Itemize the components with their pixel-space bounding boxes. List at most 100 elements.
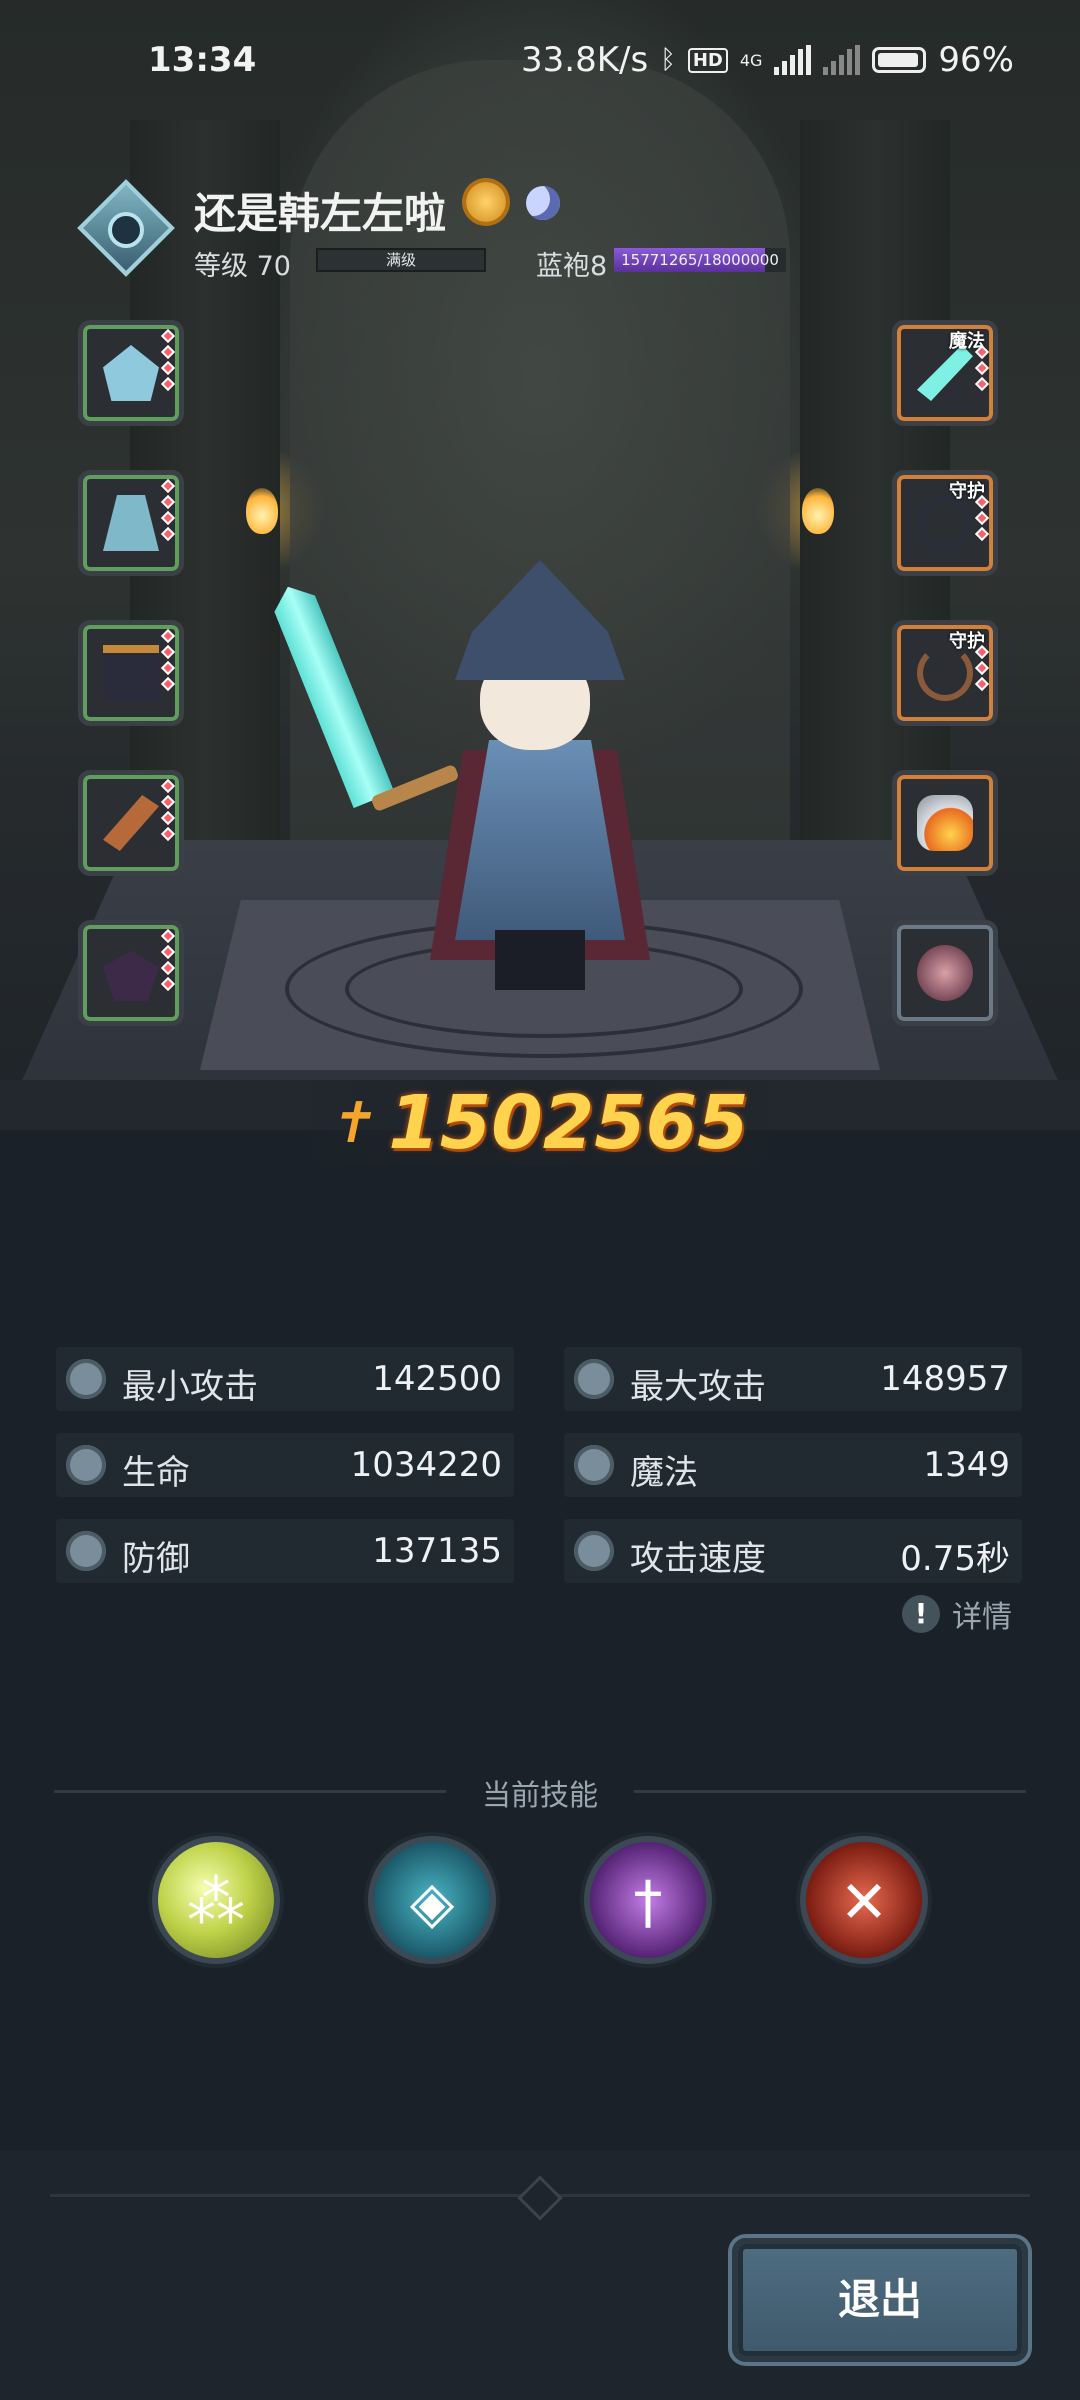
equip-slot-necklace[interactable]: 守护 [892, 620, 998, 726]
gem-icon [160, 510, 176, 526]
details-label: 详情 [952, 1600, 1012, 1635]
stat-hp: 生命 1034220 [56, 1433, 514, 1497]
stat-value: 148957 [880, 1359, 1010, 1399]
character-legs [495, 930, 585, 990]
equip-slot-ring[interactable]: 守护 [892, 470, 998, 576]
equip-slot-boots[interactable] [78, 620, 184, 726]
moon-title-icon[interactable] [526, 186, 560, 220]
gem-icon [160, 676, 176, 692]
heart-icon [66, 1445, 106, 1485]
necklace-icon [917, 645, 973, 701]
boots-icon [103, 645, 159, 701]
stat-label: 攻击速度 [630, 1539, 766, 1579]
skills-title: 当前技能 [481, 1778, 598, 1812]
torch-right-icon [802, 488, 834, 534]
gem-icon [974, 360, 990, 376]
gem-icon [160, 810, 176, 826]
gem-icon [160, 628, 176, 644]
gem-icon [160, 376, 176, 392]
gem-icon [160, 778, 176, 794]
equip-slot-helmet[interactable] [78, 320, 184, 426]
gem-icon [160, 478, 176, 494]
stat-value: 142500 [372, 1359, 502, 1399]
network-speed: 33.8K/s [521, 40, 649, 80]
combat-power-panel: ✝ 1502565 [271, 1080, 809, 1166]
stat-value: 0.75秒 [900, 1539, 1010, 1579]
exp-text: 15771265/18000000 [621, 251, 779, 269]
gem-icon [974, 676, 990, 692]
equip-slot-gloves[interactable] [78, 770, 184, 876]
stat-min-attack: 最小攻击 142500 [56, 1347, 514, 1411]
purple-dagger-icon: † [633, 1868, 663, 1936]
gem-icon [160, 976, 176, 992]
bluetooth-icon: ᛒ [660, 45, 676, 75]
gem-icon [160, 494, 176, 510]
shield-icon [66, 1531, 106, 1571]
signal-2-icon [823, 45, 861, 75]
gem-icon [160, 360, 176, 376]
stat-attack-speed: 攻击速度 0.75秒 [564, 1519, 1022, 1583]
ring-icon [917, 495, 973, 551]
player-name: 还是韩左左啦 [194, 189, 447, 238]
stat-label: 生命 [122, 1453, 190, 1493]
spores-icon: ⁂ [187, 1868, 245, 1936]
level-label: 等级 70 [194, 251, 291, 282]
shoulder-icon [103, 950, 159, 1001]
hd-badge: HD [687, 47, 728, 73]
gem-icon [160, 826, 176, 842]
gem-icon [160, 944, 176, 960]
skill-crossed-axes[interactable]: ✕ [800, 1836, 928, 1964]
character-figure [330, 560, 690, 1000]
stat-label: 最小攻击 [122, 1367, 258, 1407]
combat-power: ✝ 1502565 [0, 1080, 1080, 1166]
sun-title-icon[interactable] [466, 182, 506, 222]
torch-left-icon [246, 488, 278, 534]
stat-max-attack: 最大攻击 148957 [564, 1347, 1022, 1411]
armor-icon [103, 495, 159, 551]
stat-value: 137135 [372, 1531, 502, 1571]
details-link[interactable]: ! 详情 [902, 1592, 1012, 1636]
gem-icon [160, 660, 176, 676]
character-hat [455, 560, 625, 680]
skill-purple-dagger[interactable]: † [584, 1836, 712, 1964]
equip-slot-armor[interactable] [78, 470, 184, 576]
gem-icon [160, 794, 176, 810]
helmet-icon [103, 345, 159, 401]
gem-icon [160, 960, 176, 976]
flame-artifact-icon [917, 795, 973, 851]
gem-icon [974, 376, 990, 392]
skill-spores[interactable]: ⁂ [152, 1836, 280, 1964]
stat-label: 最大攻击 [630, 1367, 766, 1407]
equip-slot-artifact[interactable] [892, 770, 998, 876]
stat-defense: 防御 137135 [56, 1519, 514, 1583]
equip-slot-pet[interactable] [892, 920, 998, 1026]
sword-stat-icon [574, 1359, 614, 1399]
exp-bar: 15771265/18000000 [614, 248, 786, 272]
gem-icon [974, 660, 990, 676]
sword-stat-icon [66, 1359, 106, 1399]
battery-percent: 96% [938, 40, 1014, 80]
skill-water-shield[interactable]: ◈ [368, 1836, 496, 1964]
pet-icon [917, 945, 973, 1001]
power-icon: ✝ [324, 1090, 386, 1156]
gem-icon [160, 644, 176, 660]
status-bar: 13:34 33.8K/s ᛒ HD 4G 96% [0, 0, 1080, 120]
battery-icon [872, 47, 927, 73]
equip-slot-weapon[interactable]: 魔法 [892, 320, 998, 426]
divider-diamond-icon [517, 2175, 563, 2221]
combat-power-value: 1502565 [388, 1080, 749, 1166]
speed-icon [574, 1531, 614, 1571]
info-exclamation-icon: ! [902, 1595, 940, 1633]
gem-icon [160, 344, 176, 360]
status-time: 13:34 [148, 40, 257, 80]
gem-icon [160, 526, 176, 542]
rank-label: 蓝袍8 [536, 251, 608, 282]
gem-icon [160, 328, 176, 344]
equip-slot-shoulder[interactable] [78, 920, 184, 1026]
gem-icon [974, 526, 990, 542]
signal-icon [774, 45, 812, 75]
exit-button[interactable]: 退出 [732, 2238, 1028, 2362]
level-bar: 满级 [316, 248, 486, 272]
water-shield-icon: ◈ [409, 1868, 455, 1936]
gloves-icon [103, 795, 159, 851]
